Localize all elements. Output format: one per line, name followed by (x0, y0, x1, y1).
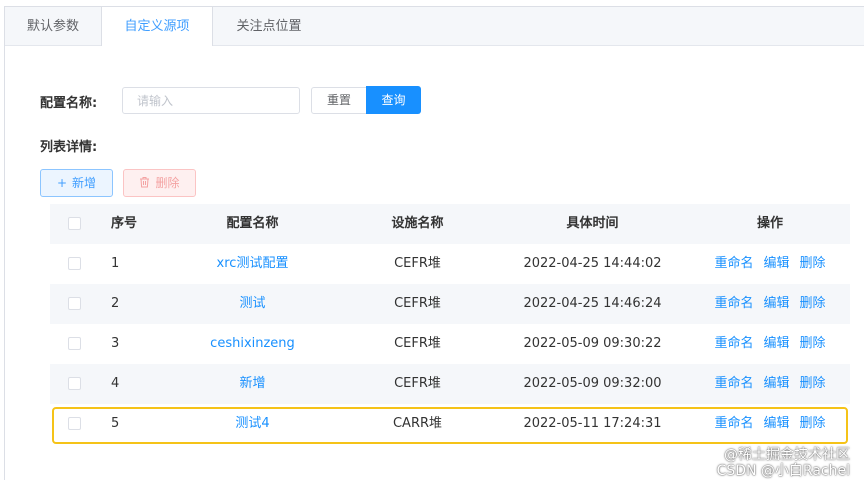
row-index: 1 (111, 256, 120, 271)
row-facility: CEFR堆 (394, 256, 441, 271)
edit-link[interactable]: 编辑 (763, 296, 789, 311)
header-time: 具体时间 (566, 216, 619, 231)
delete-link[interactable]: 删除 (800, 376, 826, 391)
table-row: 3 ceshixinzeng CEFR堆 2022-05-09 09:30:22… (50, 324, 850, 364)
row-config-name-link[interactable]: ceshixinzeng (160, 324, 345, 364)
delete-link[interactable]: 删除 (800, 336, 826, 351)
row-checkbox[interactable] (68, 377, 81, 390)
trash-icon (139, 170, 150, 196)
rename-link[interactable]: 重命名 (714, 336, 753, 351)
watermark-line-2: CSDN @小白Rachel (716, 463, 850, 479)
header-actions: 操作 (756, 216, 783, 231)
query-button[interactable]: 查询 (366, 86, 421, 114)
config-name-label: 配置名称: (40, 96, 98, 111)
row-index: 4 (111, 376, 120, 391)
delete-button-label: 删除 (155, 176, 180, 190)
header-facility: 设施名称 (391, 216, 444, 231)
rename-link[interactable]: 重命名 (714, 376, 753, 391)
delete-button[interactable]: 删除 (123, 169, 196, 197)
row-actions: 重命名 编辑 删除 (700, 284, 840, 324)
add-button-label: 新增 (72, 176, 97, 190)
row-facility: CEFR堆 (394, 296, 441, 311)
tab-focus-position[interactable]: 关注点位置 (213, 7, 325, 46)
list-details-label: 列表详情: (40, 140, 98, 155)
row-actions: 重命名 编辑 删除 (700, 244, 840, 284)
reset-button[interactable]: 重置 (311, 87, 367, 114)
tab-bar: 默认参数 自定义源项 关注点位置 (5, 7, 864, 46)
row-checkbox[interactable] (68, 297, 81, 310)
row-checkbox[interactable] (68, 257, 81, 270)
row-highlight-box (52, 407, 848, 444)
row-config-name-link[interactable]: 测试 (160, 284, 345, 324)
row-time: 2022-05-09 09:32:00 (523, 376, 662, 391)
row-index: 3 (111, 336, 120, 351)
table-row: 2 测试 CEFR堆 2022-04-25 14:46:24 重命名 编辑 删除 (50, 284, 850, 324)
rename-link[interactable]: 重命名 (714, 296, 753, 311)
rename-link[interactable]: 重命名 (714, 256, 753, 271)
edit-link[interactable]: 编辑 (763, 256, 789, 271)
row-time: 2022-04-25 14:46:24 (523, 296, 662, 311)
watermark: @稀土掘金技术社区 CSDN @小白Rachel (717, 447, 850, 479)
table-header: 序号 配置名称 设施名称 具体时间 操作 (50, 204, 850, 244)
row-config-name-link[interactable]: xrc测试配置 (160, 244, 345, 284)
row-actions: 重命名 编辑 删除 (700, 364, 840, 404)
row-actions: 重命名 编辑 删除 (700, 324, 840, 364)
plus-icon: + (56, 176, 68, 190)
row-index: 2 (111, 296, 120, 311)
row-facility: CEFR堆 (394, 336, 441, 351)
table-row: 1 xrc测试配置 CEFR堆 2022-04-25 14:44:02 重命名编… (50, 244, 850, 284)
add-button[interactable]: + 新增 (40, 169, 113, 197)
tab-custom-source[interactable]: 自定义源项 (101, 7, 213, 46)
header-config-name: 配置名称 (226, 216, 279, 231)
header-index: 序号 (111, 216, 138, 231)
delete-link[interactable]: 删除 (800, 296, 826, 311)
row-checkbox[interactable] (68, 337, 81, 350)
table-row: 4 新增 CEFR堆 2022-05-09 09:32:00 重命名 编辑 删除 (50, 364, 850, 404)
row-facility: CEFR堆 (394, 376, 441, 391)
delete-link[interactable]: 删除 (800, 256, 826, 271)
row-time: 2022-04-25 14:44:02 (523, 256, 662, 271)
edit-link[interactable]: 编辑 (763, 336, 789, 351)
config-name-input[interactable] (122, 87, 300, 114)
row-time: 2022-05-09 09:30:22 (523, 336, 662, 351)
watermark-line-1: @稀土掘金技术社区 (724, 447, 850, 463)
row-config-name-link[interactable]: 新增 (160, 364, 345, 404)
tab-default-params[interactable]: 默认参数 (5, 7, 101, 46)
edit-link[interactable]: 编辑 (763, 376, 789, 391)
select-all-checkbox[interactable] (68, 217, 81, 230)
